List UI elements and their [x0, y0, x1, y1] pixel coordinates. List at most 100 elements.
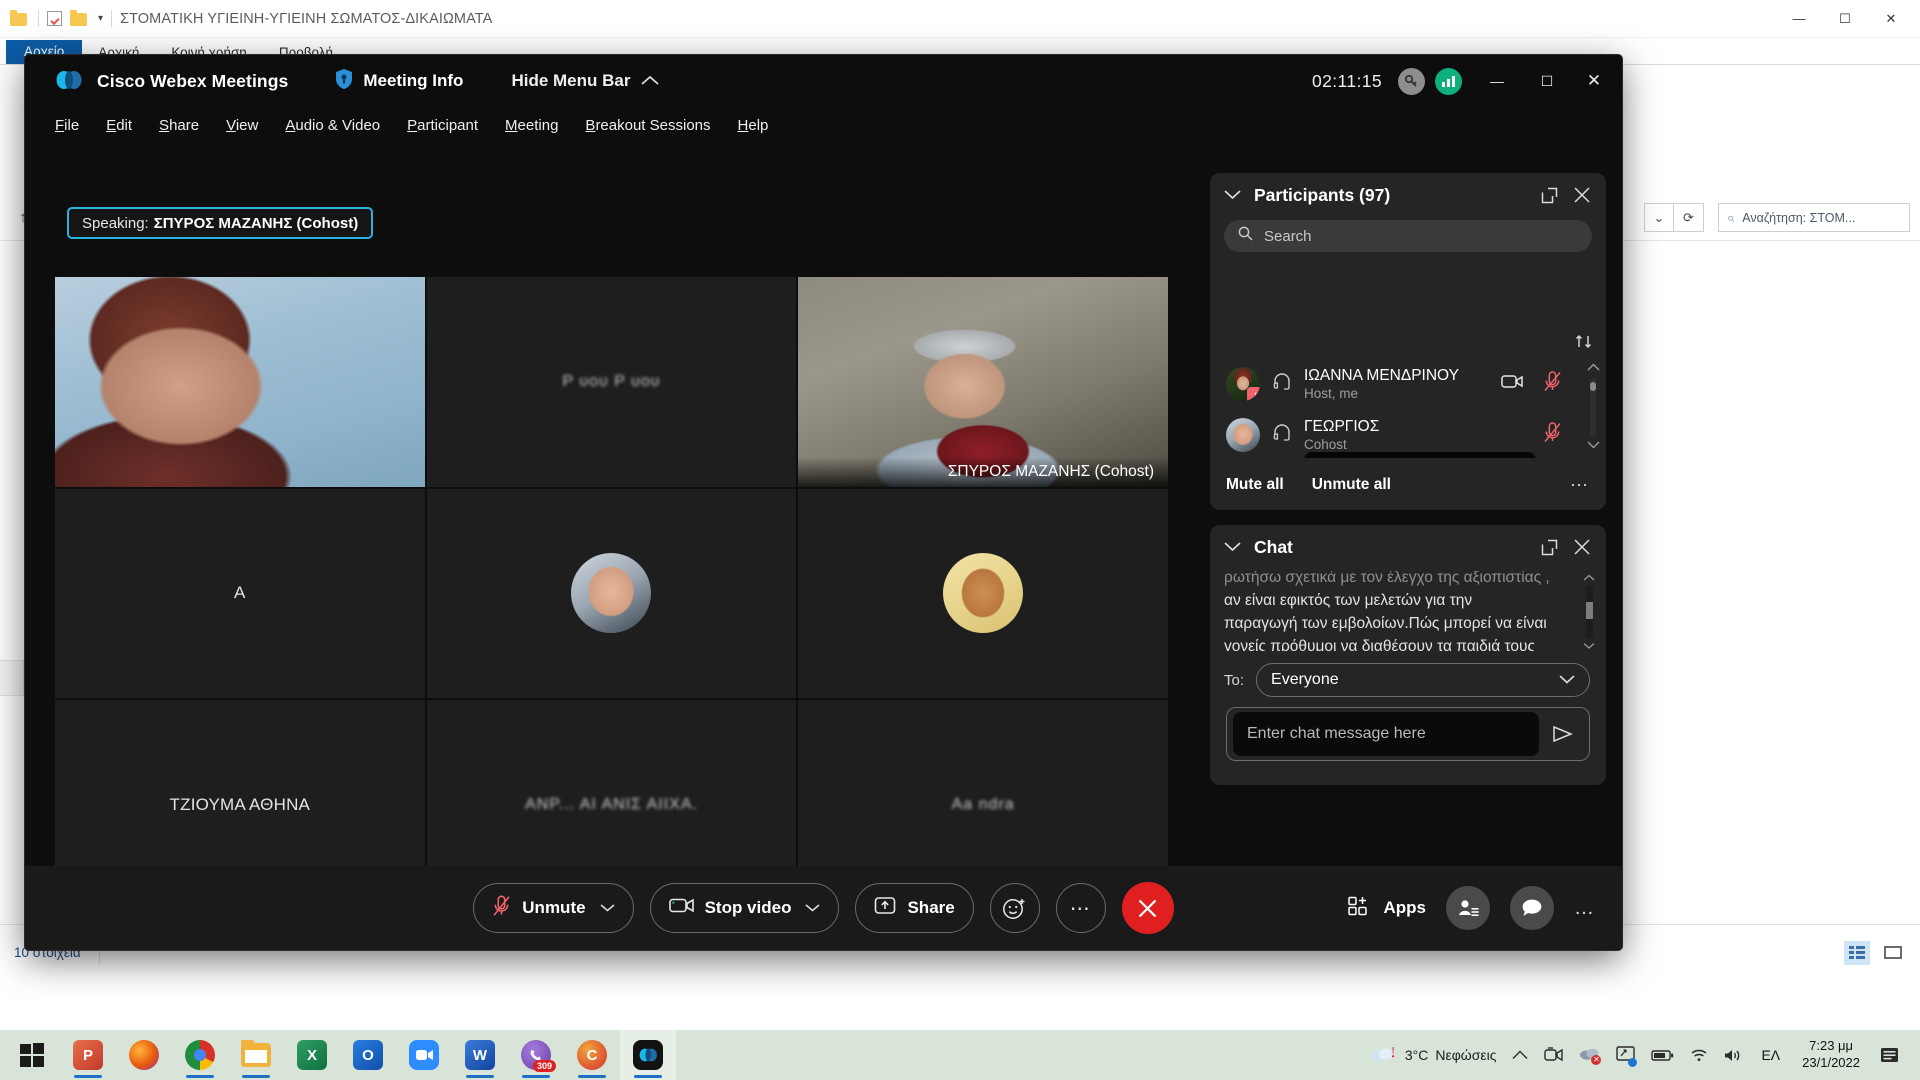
refresh-icon[interactable]: ⟳	[1674, 203, 1704, 232]
encryption-key-icon[interactable]	[1398, 67, 1425, 95]
popout-icon[interactable]	[1541, 539, 1558, 556]
explorer-maximize-button[interactable]: ☐	[1822, 1, 1868, 37]
scroll-down-icon[interactable]	[1587, 441, 1600, 452]
wifi-icon[interactable]	[1682, 1048, 1716, 1062]
chat-toggle-button[interactable]	[1510, 886, 1554, 930]
scrollbar-track[interactable]	[1585, 586, 1593, 638]
video-tile-6[interactable]	[798, 488, 1168, 699]
close-icon[interactable]	[1574, 539, 1590, 555]
video-tile-2[interactable]: Ρ υου Ρ υου	[426, 277, 797, 487]
explorer-close-button[interactable]: ✕	[1868, 1, 1914, 37]
close-icon[interactable]	[1574, 187, 1590, 203]
explorer-minimize-button[interactable]: —	[1776, 1, 1822, 37]
webex-tray-icon[interactable]	[1536, 1047, 1571, 1063]
reactions-button[interactable]	[989, 883, 1040, 933]
show-hidden-icons-button[interactable]	[1504, 1050, 1536, 1060]
taskbar-firefox[interactable]	[116, 1030, 172, 1080]
participants-list[interactable]: ↑ ΙΩΑΝΝΑ ΜΕΝΔΡΙΝΟΥ Host, me ΓΕΩΡΓΙΟΣ Coh…	[1218, 358, 1576, 458]
menu-share[interactable]: Share	[159, 117, 215, 134]
explorer-search-input[interactable]: ⌕ Αναζήτηση: ΣΤΟΜ...	[1718, 203, 1910, 232]
hide-menu-bar-button[interactable]: Hide Menu Bar	[511, 71, 660, 91]
battery-icon[interactable]	[1643, 1048, 1682, 1062]
chevron-down-icon[interactable]	[1224, 540, 1241, 555]
mic-muted-icon[interactable]	[1543, 421, 1562, 448]
taskbar-zoom[interactable]	[396, 1030, 452, 1080]
taskbar-outlook[interactable]: O	[340, 1030, 396, 1080]
video-tile-5[interactable]	[426, 488, 797, 699]
participant-row-georgios[interactable]: ΓΕΩΡΓΙΟΣ Cohost	[1218, 409, 1576, 458]
network-quality-icon[interactable]	[1435, 67, 1462, 95]
large-icons-view-button[interactable]	[1880, 941, 1906, 965]
more-options-button[interactable]: ⋯	[1055, 883, 1106, 933]
participant-row-ioanna[interactable]: ↑ ΙΩΑΝΝΑ ΜΕΝΔΡΙΝΟΥ Host, me	[1218, 358, 1576, 409]
mic-muted-icon[interactable]	[1543, 370, 1562, 397]
menu-file[interactable]: File	[55, 117, 95, 134]
chat-recipient-select[interactable]: Everyone	[1256, 663, 1590, 697]
taskbar-file-explorer[interactable]	[228, 1030, 284, 1080]
explorer-search-placeholder: Αναζήτηση: ΣΤΟΜ...	[1742, 210, 1856, 225]
unmute-button[interactable]: Unmute	[473, 883, 634, 933]
details-view-button[interactable]	[1844, 940, 1870, 965]
participants-scrollbar[interactable]	[1587, 363, 1600, 452]
chevron-down-icon[interactable]: ▾	[98, 13, 103, 24]
scrollbar-track[interactable]	[1590, 378, 1596, 437]
taskbar-word[interactable]: W	[452, 1030, 508, 1080]
video-tile-4[interactable]: Α	[55, 488, 425, 699]
sort-participants-icon[interactable]	[1575, 333, 1592, 354]
chevron-down-icon[interactable]	[805, 901, 820, 915]
video-tile-1[interactable]	[55, 277, 425, 487]
video-tile-3-active-speaker[interactable]: ΣΠΥΡΟΣ ΜΑΖΑΝΗΣ (Cohost)	[798, 277, 1168, 487]
webex-close-button[interactable]: ✕	[1572, 55, 1622, 107]
chat-messages[interactable]: ρωτήσω σχετικά με τον έλεγχο της αξιοπισ…	[1224, 571, 1580, 651]
taskbar-excel[interactable]: X	[284, 1030, 340, 1080]
stop-video-button[interactable]: Stop video	[649, 883, 840, 933]
checkbox-icon[interactable]	[47, 11, 62, 26]
scrollbar-thumb[interactable]	[1585, 601, 1593, 620]
taskbar-viber[interactable]: 309	[508, 1030, 564, 1080]
menu-breakout-sessions[interactable]: Breakout Sessions	[585, 117, 726, 134]
camera-icon[interactable]	[1501, 374, 1523, 394]
taskbar-start-button[interactable]	[4, 1030, 60, 1080]
scroll-down-icon[interactable]	[1583, 641, 1595, 651]
popout-icon[interactable]	[1541, 187, 1558, 204]
scrollbar-thumb[interactable]	[1590, 381, 1596, 391]
toolbar-more-button[interactable]: …	[1574, 897, 1596, 920]
taskbar-chrome[interactable]	[172, 1030, 228, 1080]
taskbar-webex[interactable]	[620, 1030, 676, 1080]
participants-search-input[interactable]: Search	[1224, 220, 1592, 252]
notification-center-button[interactable]	[1872, 1046, 1910, 1065]
share-button[interactable]: Share	[855, 883, 974, 933]
menu-view[interactable]: View	[226, 117, 274, 134]
display-settings-tray-icon[interactable]	[1608, 1045, 1643, 1067]
folder-icon-2[interactable]	[70, 9, 90, 29]
scroll-up-icon[interactable]	[1587, 363, 1600, 374]
volume-icon[interactable]	[1716, 1048, 1751, 1063]
taskbar-clock[interactable]: 7:23 μμ 23/1/2022	[1790, 1038, 1872, 1072]
chevron-down-icon[interactable]	[1224, 188, 1241, 203]
participants-toggle-button[interactable]	[1446, 886, 1490, 930]
menu-meeting[interactable]: Meeting	[505, 117, 574, 134]
menu-edit[interactable]: Edit	[106, 117, 148, 134]
scroll-up-icon[interactable]	[1583, 573, 1595, 583]
onedrive-tray-icon[interactable]: ✕	[1571, 1046, 1608, 1065]
participants-more-button[interactable]: ⋯	[1570, 475, 1590, 496]
language-indicator[interactable]: ΕΛ	[1751, 1047, 1790, 1063]
menu-participant[interactable]: Participant	[407, 117, 494, 134]
weather-widget[interactable]: 3°C Νεφώσεις	[1363, 1045, 1505, 1066]
webex-minimize-button[interactable]: —	[1472, 55, 1522, 107]
unmute-all-button[interactable]: Unmute all	[1312, 476, 1391, 494]
address-history-dropdown[interactable]: ⌄	[1644, 203, 1674, 232]
menu-audio-video[interactable]: Audio & Video	[285, 117, 396, 134]
taskbar-antivirus[interactable]: C	[564, 1030, 620, 1080]
webex-maximize-button[interactable]: ☐	[1522, 55, 1572, 107]
meeting-info-button[interactable]: Meeting Info	[334, 68, 463, 95]
chat-message-input[interactable]: Enter chat message here	[1233, 712, 1539, 756]
chat-scrollbar[interactable]	[1583, 573, 1595, 651]
menu-help[interactable]: Help	[738, 117, 785, 134]
leave-meeting-button[interactable]	[1121, 882, 1174, 934]
send-icon[interactable]	[1545, 725, 1579, 743]
taskbar-powerpoint[interactable]: P	[60, 1030, 116, 1080]
chevron-down-icon[interactable]	[600, 901, 615, 915]
apps-button[interactable]: Apps	[1347, 895, 1426, 922]
mute-all-button[interactable]: Mute all	[1226, 476, 1284, 494]
